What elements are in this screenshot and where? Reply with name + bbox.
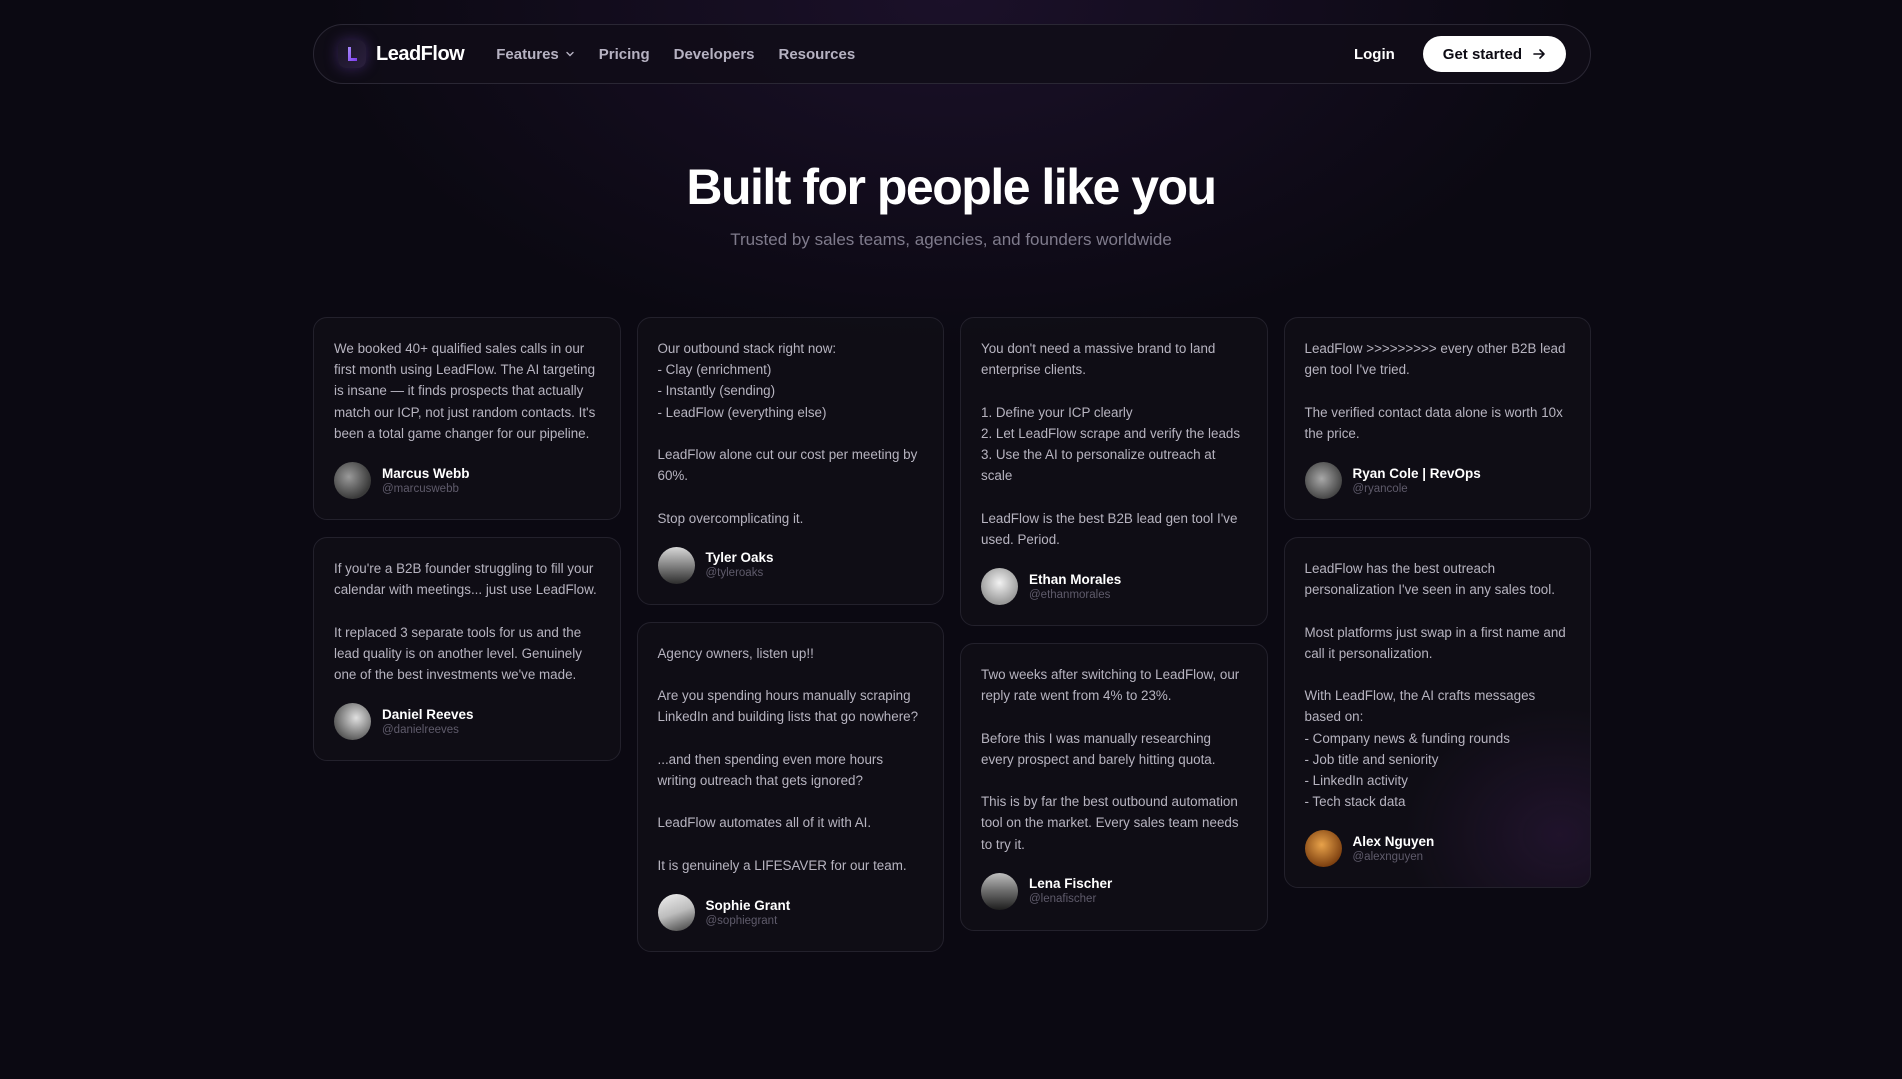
avatar [334, 462, 371, 500]
avatar [981, 872, 1018, 910]
testimonial-text: Two weeks after switching to LeadFlow, o… [981, 667, 1240, 852]
testimonial-author: Lena Fischer @lenafischer [981, 872, 1247, 910]
nav-links: Features Pricing Developers Resources [496, 46, 855, 63]
author-name: Lena Fischer [1029, 876, 1113, 892]
author-handle: @ethanmorales [1029, 588, 1111, 601]
testimonial-card: LeadFlow >>>>>>>>> every other B2B lead … [1283, 317, 1591, 521]
login-link[interactable]: Login [1354, 46, 1395, 63]
author-name: Alex Nguyen [1352, 833, 1435, 849]
testimonial-text: Agency owners, listen up!! Are you spend… [657, 645, 919, 873]
testimonials-grid: We booked 40+ qualified sales calls in o… [313, 317, 1591, 953]
testimonial-card: Our outbound stack right now: - Clay (en… [636, 317, 944, 605]
arrow-right-icon [1533, 49, 1545, 59]
author-name: Ethan Morales [1029, 571, 1122, 587]
nav-link-features[interactable]: Features [496, 46, 575, 63]
top-navbar: LeadFlow Features Pricing Developers Res… [313, 24, 1591, 84]
testimonial-text: LeadFlow has the best outreach personali… [1304, 561, 1566, 810]
nav-link-resources[interactable]: Resources [779, 46, 856, 63]
author-handle: @danielreeves [382, 723, 459, 736]
testimonial-author: Sophie Grant @sophiegrant [657, 894, 924, 932]
avatar [657, 894, 695, 932]
author-handle: @lenafischer [1029, 893, 1097, 906]
testimonials-column-2: Our outbound stack right now: - Clay (en… [636, 317, 944, 953]
author-handle: @alexnguyen [1352, 850, 1424, 863]
author-name: Daniel Reeves [382, 706, 474, 722]
testimonial-text: Our outbound stack right now: - Clay (en… [657, 341, 918, 526]
testimonial-author: Tyler Oaks @tyleroaks [657, 546, 924, 584]
nav-actions: Login Get started [1354, 36, 1566, 72]
avatar [334, 703, 371, 741]
testimonials-column-4: LeadFlow >>>>>>>>> every other B2B lead … [1283, 317, 1591, 952]
brand-link[interactable]: LeadFlow [338, 40, 465, 68]
testimonial-card: We booked 40+ qualified sales calls in o… [313, 317, 621, 521]
testimonial-card: If you're a B2B founder struggling to fi… [313, 537, 621, 762]
testimonial-card: You don't need a massive brand to land e… [960, 317, 1268, 627]
testimonial-card: Agency owners, listen up!! Are you spend… [636, 621, 944, 953]
author-name: Marcus Webb [382, 465, 470, 481]
avatar [1304, 830, 1342, 868]
section-title: Built for people like you [686, 159, 1217, 215]
testimonial-text: If you're a B2B founder struggling to fi… [334, 561, 597, 683]
testimonial-author: Ethan Morales @ethanmorales [981, 568, 1247, 606]
testimonial-text: You don't need a massive brand to land e… [981, 341, 1241, 547]
nav-link-pricing[interactable]: Pricing [599, 46, 650, 63]
nav-link-developers[interactable]: Developers [674, 46, 755, 63]
nav-link-features-label: Features [496, 45, 559, 63]
testimonial-author: Ryan Cole | RevOps @ryancole [1304, 462, 1571, 500]
testimonial-author: Marcus Webb @marcuswebb [334, 462, 600, 500]
author-name: Ryan Cole | RevOps [1352, 465, 1481, 481]
testimonial-card: LeadFlow has the best outreach personali… [1283, 537, 1591, 889]
chevron-down-icon [566, 51, 574, 57]
testimonial-card: Two weeks after switching to LeadFlow, o… [960, 643, 1268, 931]
brand-name: LeadFlow [376, 42, 465, 65]
get-started-label: Get started [1442, 45, 1522, 63]
avatar [657, 546, 695, 584]
testimonials-column-1: We booked 40+ qualified sales calls in o… [313, 317, 621, 952]
testimonial-text: We booked 40+ qualified sales calls in o… [334, 341, 596, 441]
leadflow-logo-icon [338, 40, 366, 68]
author-handle: @marcuswebb [382, 482, 459, 495]
testimonials-column-3: You don't need a massive brand to land e… [960, 317, 1268, 952]
author-name: Tyler Oaks [705, 550, 774, 566]
testimonial-author: Daniel Reeves @danielreeves [334, 703, 600, 741]
avatar [1304, 462, 1342, 500]
author-handle: @ryancole [1352, 482, 1408, 495]
author-handle: @tyleroaks [705, 567, 764, 580]
testimonial-text: LeadFlow >>>>>>>>> every other B2B lead … [1304, 341, 1566, 441]
section-subtitle: Trusted by sales teams, agencies, and fo… [730, 230, 1172, 249]
get-started-button[interactable]: Get started [1422, 36, 1566, 72]
avatar [981, 568, 1018, 606]
testimonial-author: Alex Nguyen @alexnguyen [1304, 830, 1571, 868]
author-name: Sophie Grant [705, 897, 791, 913]
author-handle: @sophiegrant [705, 914, 778, 927]
